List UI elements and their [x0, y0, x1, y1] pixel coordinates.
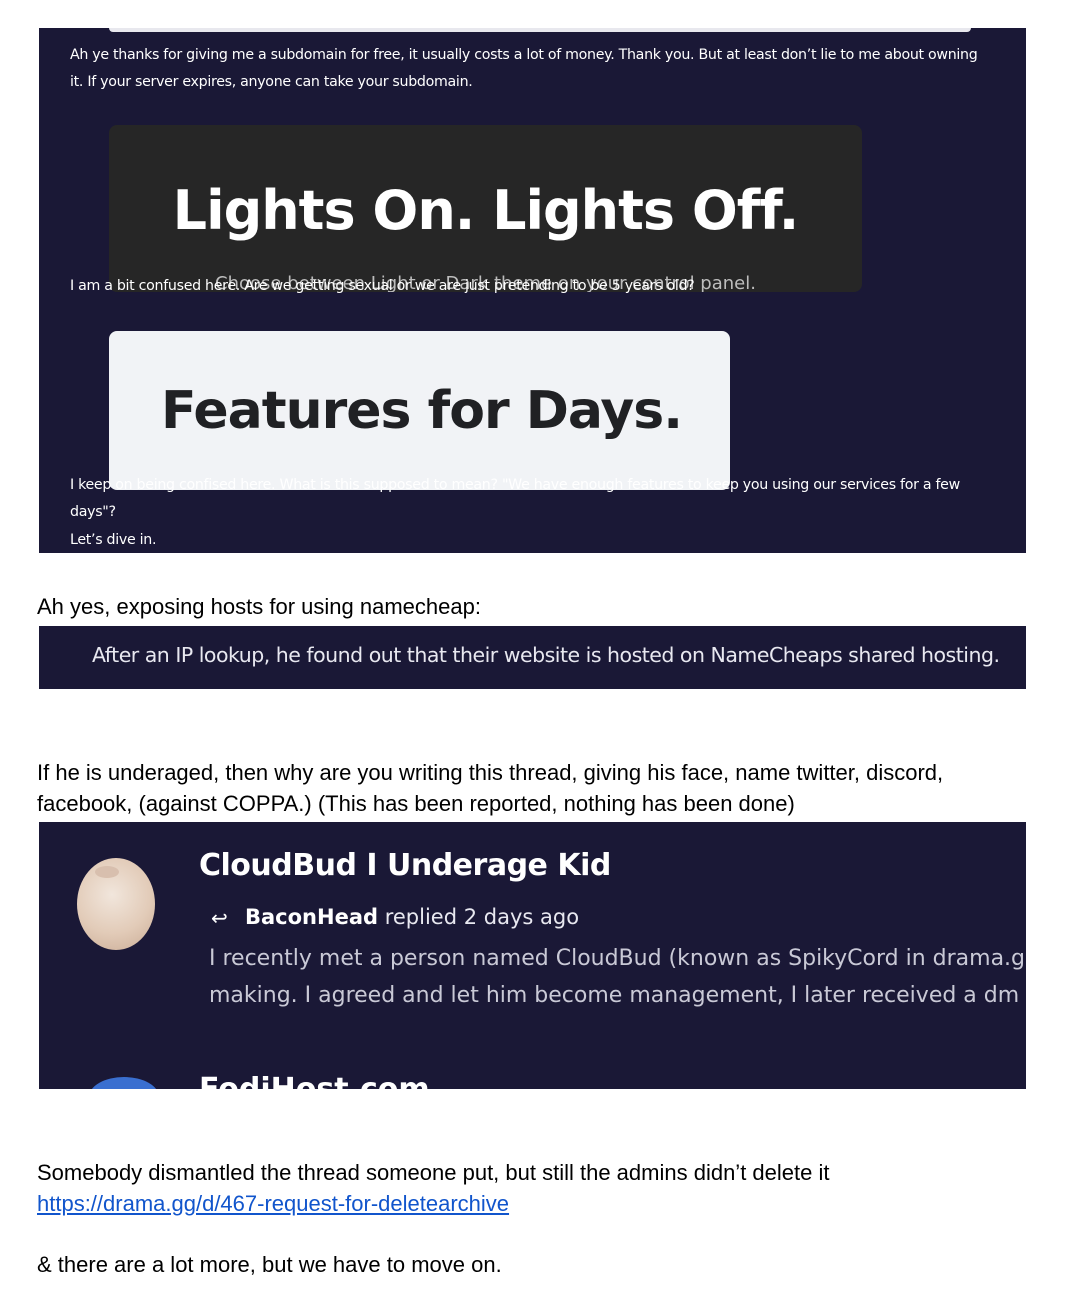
next-thread-title[interactable]: FodiHost.com: [199, 1072, 430, 1089]
review-paragraph-dive: Let’s dive in.: [70, 532, 157, 548]
next-thread-avatar: [89, 1077, 159, 1089]
doc-paragraph-namecheap: Ah yes, exposing hosts for using nameche…: [37, 594, 481, 619]
review-paragraph-confused: I am a bit confused here. Are we getting…: [70, 278, 695, 294]
feature-card-title: Features for Days.: [161, 381, 683, 441]
review-paragraph-features: I keep on being confised here. What is t…: [70, 477, 960, 520]
cropped-card-edge: [109, 28, 971, 32]
screenshot-panel-review: Ah ye thanks for giving me a subdomain f…: [39, 28, 1026, 553]
archive-link[interactable]: https://drama.gg/d/467-request-for-delet…: [37, 1188, 509, 1219]
avatar-ear: [95, 866, 119, 878]
doc-paragraph-coppa: If he is underaged, then why are you wri…: [37, 760, 944, 816]
screenshot-panel-forum-thread: CloudBud I Underage Kid ↩ BaconHead repl…: [39, 822, 1026, 1089]
screenshot-panel-ip-lookup: After an IP lookup, he found out that th…: [39, 626, 1026, 689]
doc-paragraph-more: & there are a lot more, but we have to m…: [37, 1252, 502, 1277]
thread-excerpt-line2: making. I agreed and let him become mana…: [209, 983, 1026, 1008]
reply-meta: BaconHead replied 2 days ago: [245, 905, 579, 929]
doc-paragraph-dismantled: Somebody dismantled the thread someone p…: [37, 1160, 830, 1185]
feature-card-title: Lights On. Lights Off.: [172, 179, 800, 242]
reply-author[interactable]: BaconHead: [245, 905, 378, 929]
feature-card-dark: Lights On. Lights Off. Choose between Li…: [109, 125, 862, 292]
reply-time: replied 2 days ago: [384, 905, 580, 929]
reply-arrow-icon: ↩: [211, 908, 228, 930]
thread-title[interactable]: CloudBud I Underage Kid: [199, 848, 611, 883]
ip-lookup-text: After an IP lookup, he found out that th…: [92, 643, 1000, 667]
feature-card-light: Features for Days.: [109, 331, 730, 490]
thread-excerpt-line1: I recently met a person named CloudBud (…: [209, 946, 1026, 971]
review-paragraph-subdomain: Ah ye thanks for giving me a subdomain f…: [70, 47, 978, 90]
